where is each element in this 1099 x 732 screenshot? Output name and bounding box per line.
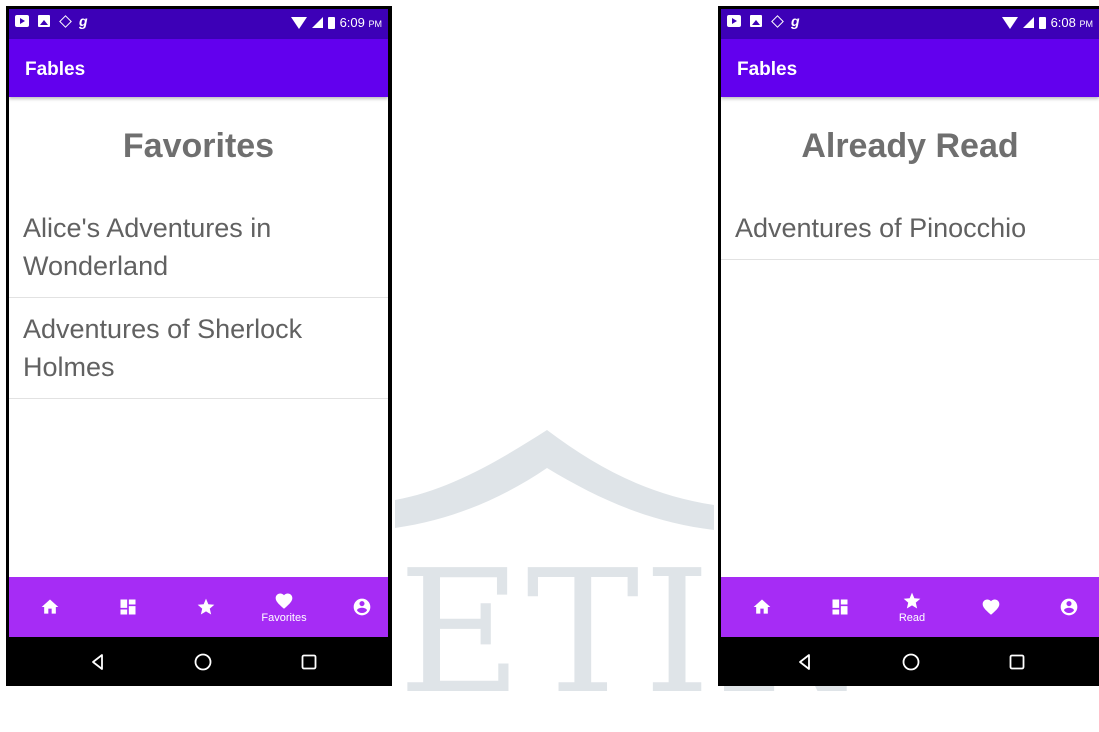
dashboard-icon: [832, 599, 848, 615]
status-bar: g 6:08 PM: [721, 9, 1099, 39]
app-bar: Fables: [9, 39, 388, 97]
back-button[interactable]: [794, 651, 816, 673]
list-item[interactable]: Adventures of Sherlock Holmes: [9, 298, 388, 399]
list-item[interactable]: Alice's Adventures in Wonderland: [9, 205, 388, 298]
sync-notification-icon: [771, 14, 784, 28]
sync-notification-icon: [59, 14, 72, 28]
dashboard-icon: [120, 599, 136, 615]
nav-label-read: Read: [898, 611, 926, 624]
youtube-notification-icon: [727, 15, 741, 27]
status-bar: g 6:09 PM: [9, 9, 388, 39]
back-triangle-icon: [799, 654, 810, 670]
wifi-icon: [290, 16, 307, 29]
status-time: 6:09 PM: [339, 15, 382, 30]
nav-item-account[interactable]: [332, 577, 392, 637]
g-notification-icon: g: [791, 13, 800, 29]
back-button[interactable]: [87, 651, 109, 673]
page-title: Already Read: [801, 127, 1019, 165]
nav-item-favorites[interactable]: [961, 577, 1021, 637]
status-time: 6:08 PM: [1050, 15, 1093, 30]
system-navigation-bar: [9, 637, 388, 686]
nav-item-favorites[interactable]: Favorites: [254, 577, 314, 637]
home-button[interactable]: [192, 651, 214, 673]
back-triangle-icon: [92, 654, 103, 670]
g-notification-icon: g: [79, 13, 88, 29]
bottom-navigation: Read: [721, 577, 1099, 637]
image-notification-icon: [750, 15, 762, 27]
recents-square-icon: [301, 654, 317, 670]
app-bar: Fables: [721, 39, 1099, 97]
star-icon: [903, 592, 921, 608]
phone-screen-already-read: g 6:08 PM Fables Already Read Adventures…: [718, 6, 1099, 686]
nav-item-home[interactable]: [732, 577, 792, 637]
nav-item-star[interactable]: [176, 577, 236, 637]
signal-icon: [1022, 17, 1034, 28]
book-list: Adventures of Pinocchio: [721, 205, 1099, 260]
home-circle-icon: [194, 653, 212, 671]
home-circle-icon: [902, 653, 920, 671]
nav-item-account[interactable]: [1039, 577, 1099, 637]
app-title: Fables: [737, 59, 798, 80]
battery-icon: [1038, 16, 1046, 29]
list-item[interactable]: Adventures of Pinocchio: [721, 205, 1099, 260]
recents-button[interactable]: [1006, 651, 1028, 673]
home-icon: [753, 599, 771, 614]
nav-item-home[interactable]: [20, 577, 80, 637]
youtube-notification-icon: [15, 15, 29, 27]
nav-item-dashboard[interactable]: [810, 577, 870, 637]
battery-icon: [327, 16, 335, 29]
recents-square-icon: [1009, 654, 1025, 670]
home-button[interactable]: [900, 651, 922, 673]
wifi-icon: [1001, 16, 1018, 29]
app-title: Fables: [25, 59, 86, 80]
heart-icon: [982, 599, 1000, 615]
recents-button[interactable]: [298, 651, 320, 673]
nav-item-read[interactable]: Read: [882, 577, 942, 637]
signal-icon: [311, 17, 323, 28]
bottom-navigation: Favorites: [9, 577, 388, 637]
account-icon: [1060, 598, 1078, 616]
heart-icon: [275, 593, 293, 609]
star-icon: [197, 598, 215, 615]
nav-label-favorites: Favorites: [261, 611, 307, 624]
home-icon: [41, 599, 59, 614]
nav-item-dashboard[interactable]: [98, 577, 158, 637]
system-navigation-bar: [721, 637, 1099, 686]
book-list: Alice's Adventures in Wonderland Adventu…: [9, 205, 388, 399]
phone-screen-favorites: g 6:09 PM Fables Favorites Alice's Adven…: [6, 6, 392, 686]
image-notification-icon: [38, 15, 50, 27]
page-title: Favorites: [122, 127, 275, 165]
account-icon: [353, 598, 371, 616]
